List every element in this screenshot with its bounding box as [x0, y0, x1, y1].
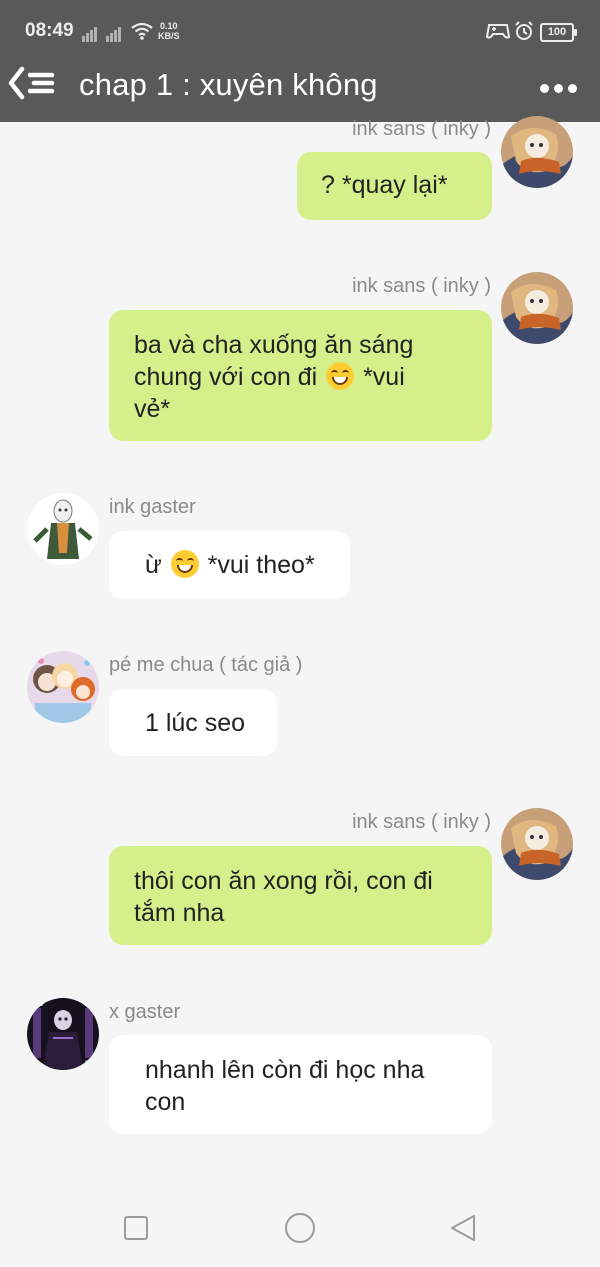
avatar[interactable]	[27, 651, 99, 723]
back-triangle-icon[interactable]	[448, 1213, 478, 1243]
message-text: ừ	[145, 551, 162, 579]
status-time: 08:49	[25, 20, 74, 41]
avatar-ink-sans-image	[501, 272, 573, 344]
message-text-line: ba và cha xuống ăn sáng	[134, 331, 414, 359]
avatar-ink-sans-image	[501, 808, 573, 880]
home-icon[interactable]	[285, 1213, 315, 1243]
message-bubble: ừ *vui theo*	[109, 531, 350, 599]
chapter-title: chap 1 : xuyên không	[79, 67, 378, 102]
message-text-line: vẻ*	[134, 395, 171, 423]
avatar-ink-sans-image	[501, 116, 573, 188]
message-text-line: con	[145, 1088, 186, 1116]
message-bubble: 1 lúc seo	[109, 689, 277, 756]
network-speed-unit: KB/S	[158, 31, 180, 41]
sender-name: ink sans ( inky )	[352, 118, 491, 140]
app-header: 08:49 0.10 KB/S 100 chap 1 : xuyên không	[0, 0, 600, 122]
recent-apps-icon[interactable]	[124, 1216, 148, 1240]
message-text-line: *vui	[363, 363, 405, 391]
avatar[interactable]	[27, 493, 99, 565]
message-text-line: thôi con ăn xong rồi, con đi	[134, 867, 433, 895]
sender-name: pé me chua ( tác giả )	[109, 654, 303, 676]
message-text: ? *quay lại*	[321, 171, 448, 199]
grinning-face-icon	[170, 550, 199, 578]
sender-name: ink sans ( inky )	[352, 275, 491, 297]
message-bubble: ? *quay lại*	[297, 152, 492, 220]
avatar[interactable]	[27, 998, 99, 1070]
alarm-icon	[515, 21, 533, 40]
back-list-icon[interactable]	[8, 66, 58, 100]
grinning-face-icon	[326, 362, 355, 390]
system-navigation-bar	[0, 1180, 600, 1267]
game-mode-icon	[486, 24, 510, 39]
network-speed-value: 0.10	[159, 21, 178, 31]
sender-name: ink gaster	[109, 496, 196, 518]
sender-name: ink sans ( inky )	[352, 811, 491, 833]
avatar[interactable]	[501, 808, 573, 880]
message-text-line: nhanh lên còn đi học nha	[145, 1056, 425, 1084]
avatar-author-image	[27, 651, 99, 723]
wifi-icon	[131, 22, 153, 40]
message-text: 1 lúc seo	[145, 709, 246, 737]
avatar[interactable]	[501, 116, 573, 188]
more-options-icon[interactable]	[540, 80, 586, 93]
status-bar: 08:49 0.10 KB/S 100	[0, 0, 600, 62]
network-speed: 0.10 KB/S	[158, 21, 180, 41]
avatar[interactable]	[501, 272, 573, 344]
avatar-x-gaster-image	[27, 998, 99, 1070]
avatar-ink-gaster-image	[27, 493, 99, 565]
sender-name: x gaster	[109, 1001, 181, 1023]
message-bubble: ba và cha xuống ăn sáng chung với con đi…	[109, 310, 492, 441]
message-text-line: tắm nha	[134, 899, 225, 927]
message-text-line: chung với con đi	[134, 363, 318, 391]
message-text: *vui theo*	[207, 551, 315, 579]
signal-icon	[82, 24, 98, 42]
message-bubble: thôi con ăn xong rồi, con đi tắm nha	[109, 846, 492, 945]
battery-icon: 100	[540, 23, 577, 42]
signal-icon	[106, 24, 122, 42]
message-bubble: nhanh lên còn đi học nha con	[109, 1035, 492, 1134]
